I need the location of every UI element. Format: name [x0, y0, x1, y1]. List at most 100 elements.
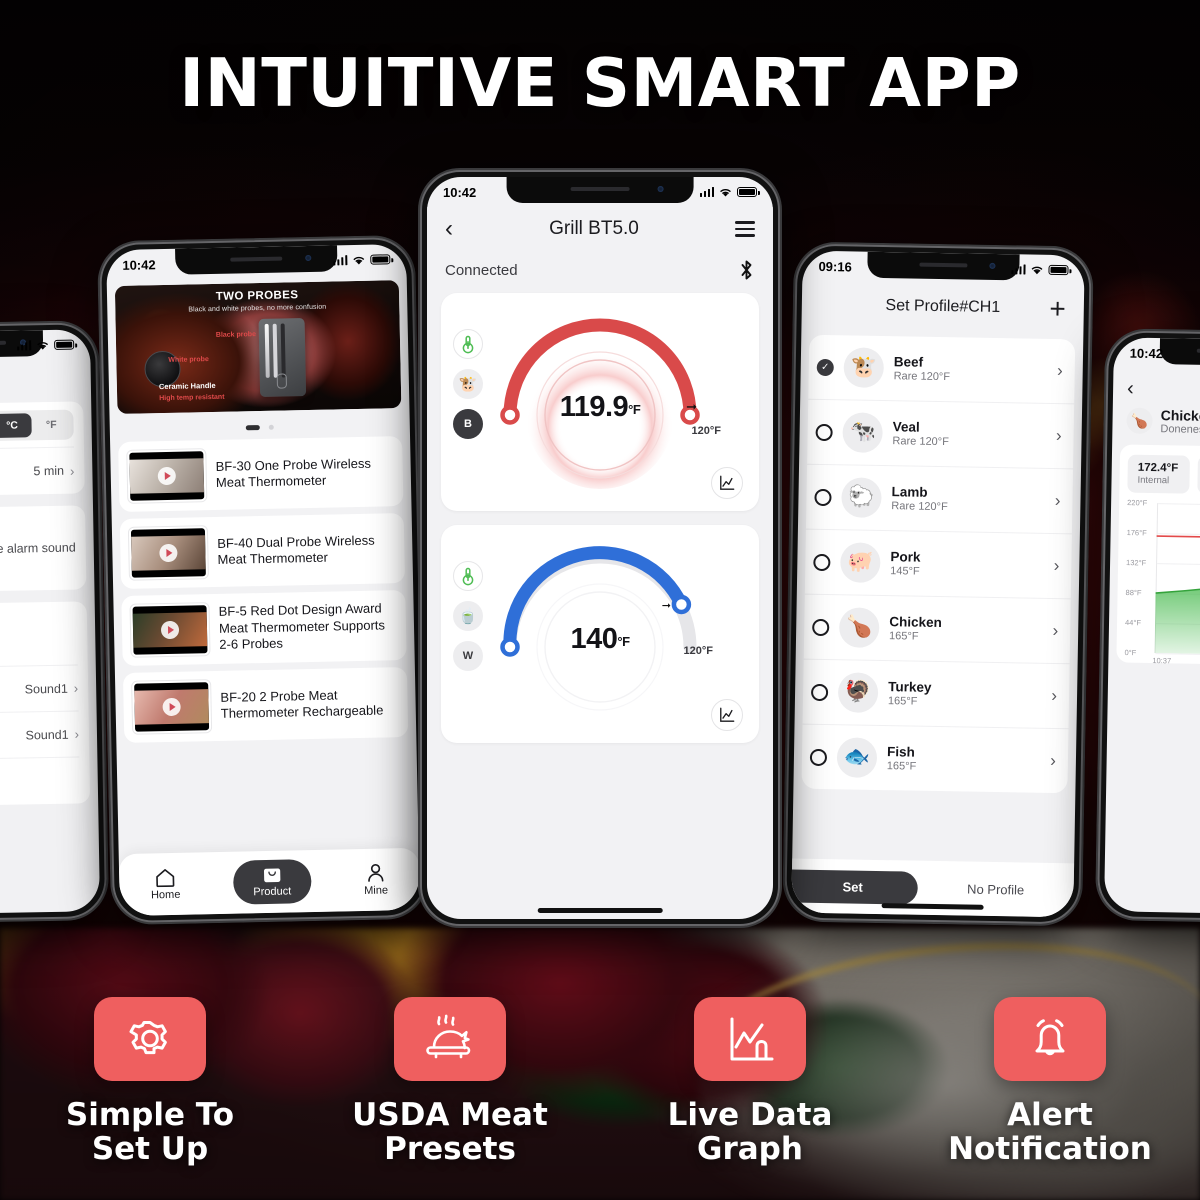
probe-w-chart-button[interactable]: [711, 699, 743, 731]
feature-label-line1: USDA Meat: [352, 1097, 548, 1134]
thermometer-icon[interactable]: [453, 329, 483, 359]
back-chevron-icon[interactable]: ‹: [1113, 367, 1200, 403]
chart-xtick: 10:37: [1152, 656, 1172, 666]
radio-unselected[interactable]: [812, 618, 830, 636]
table-row[interactable]: 🍗 Chicken 165°F ›: [803, 594, 1071, 665]
signal-icon: [16, 340, 32, 351]
meat-icon: 🦃: [837, 672, 879, 713]
feature-icon-tile: [994, 997, 1106, 1082]
table-row[interactable]: 🦃 Turkey 165°F ›: [802, 659, 1070, 730]
video-thumbnail[interactable]: [128, 526, 208, 580]
stat-internal: 172.4°F Internal: [1127, 454, 1190, 494]
radio-unselected[interactable]: [813, 553, 831, 571]
table-row[interactable]: ✓ 🐮 Beef Rare 120°F ›: [808, 334, 1076, 405]
list-item[interactable]: BF-5 Red Dot Design Award Meat Thermomet…: [121, 590, 407, 666]
probe-card-w[interactable]: 🍵 W 140°F ➞ 120°F: [441, 525, 759, 743]
promo-banner[interactable]: TWO PROBES Black and white probes, no mo…: [114, 280, 402, 415]
chevron-right-icon[interactable]: ›: [1056, 426, 1062, 446]
target-arrow-icon: ➞: [686, 399, 697, 414]
settings-card-alarm: replace alarm sound: [0, 505, 87, 593]
profile-temp: 165°F: [886, 760, 917, 773]
probe-card-b[interactable]: 🐮 B 119.9°F ➞ 120°F: [441, 293, 759, 511]
chevron-right-icon[interactable]: ›: [1053, 556, 1060, 576]
radio-selected[interactable]: ✓: [816, 358, 834, 376]
feature-label-line1: Alert: [1007, 1097, 1093, 1134]
status-bar: 10:42: [106, 244, 407, 280]
tab-label: Mine: [364, 884, 389, 897]
settings-row-unit: °C °F: [0, 401, 74, 451]
settings-row-sound-3[interactable]: Sound1 ›: [0, 711, 80, 761]
table-row[interactable]: 🐟 Fish 165°F ›: [801, 725, 1068, 794]
list-item[interactable]: BF-20 2 Probe Meat Thermometer Rechargea…: [122, 667, 409, 743]
video-thumbnail[interactable]: [130, 603, 210, 657]
feature-label-line1: Live Data: [667, 1097, 833, 1134]
radio-unselected[interactable]: [814, 488, 832, 506]
dot-active[interactable]: [246, 425, 261, 431]
chicken-icon[interactable]: 🍵: [453, 601, 483, 631]
probe-b-chart-button[interactable]: [711, 467, 743, 499]
profile-temp: Rare 120°F: [893, 370, 951, 384]
unit-celsius-option[interactable]: °C: [0, 412, 33, 438]
set-button[interactable]: Set: [791, 868, 918, 905]
temperature-unit-toggle[interactable]: °C °F: [0, 409, 74, 441]
chevron-right-icon[interactable]: ›: [1052, 621, 1058, 641]
tab-mine[interactable]: Mine: [354, 858, 399, 901]
feature-label: Live Data Graph: [620, 1097, 880, 1166]
graph-stat-pills: 172.4°F Internal 165°F Target: [1127, 454, 1200, 496]
table-row[interactable]: 🐖 Pork 145°F ›: [804, 529, 1072, 600]
tab-product[interactable]: Product: [232, 859, 312, 905]
phone-gauge-detail: 10:42 ‹ Grill BT5.0 Connected 🐮 B 119.9°…: [418, 168, 782, 928]
settings-row-sound-4[interactable]: [0, 758, 80, 807]
beef-icon[interactable]: 🐮: [453, 369, 483, 399]
feature-alert-notification: Alert Notification: [920, 997, 1180, 1166]
video-thumbnail[interactable]: [127, 449, 207, 503]
hamburger-icon[interactable]: [735, 221, 755, 237]
chevron-right-icon[interactable]: ›: [1057, 361, 1063, 381]
probe-badge-w[interactable]: W: [453, 641, 483, 671]
radio-unselected[interactable]: [809, 748, 828, 766]
gauge-b-number: 119.9: [559, 391, 629, 423]
settings-row-sound-1[interactable]: [0, 601, 78, 669]
tab-home[interactable]: Home: [140, 863, 190, 906]
graph-meat-header: 🍗 Chicken Doneness: [1112, 400, 1200, 447]
bag-icon: [263, 868, 281, 883]
chevron-right-icon[interactable]: ›: [1050, 751, 1056, 771]
chevron-right-icon[interactable]: ›: [1051, 686, 1057, 706]
profile-name: Beef: [893, 354, 924, 370]
feature-label-line1: Simple To: [65, 1097, 235, 1134]
radio-unselected[interactable]: [815, 423, 833, 441]
gauge-w-unit: °F: [617, 634, 630, 649]
list-item[interactable]: BF-40 Dual Probe Wireless Meat Thermomet…: [119, 513, 406, 589]
gauge-w-value: 140°F: [485, 623, 715, 656]
thermometer-icon[interactable]: [453, 561, 483, 591]
feature-icon-tile: [394, 997, 506, 1082]
probe-badge-b[interactable]: B: [453, 409, 483, 439]
bluetooth-icon[interactable]: [738, 259, 755, 281]
unit-fahrenheit-option[interactable]: °F: [32, 412, 71, 437]
chevron-right-icon[interactable]: ›: [1055, 491, 1061, 511]
tab-label: Product: [253, 885, 292, 899]
chart-ytick: 88°F: [1125, 588, 1142, 598]
radio-unselected[interactable]: [810, 683, 829, 701]
temperature-chart: 220°F 176°F 132°F 88°F 44°F 0°F 10:37: [1124, 498, 1200, 665]
settings-row-interval[interactable]: 5 min ›: [0, 448, 75, 497]
product-title: BF-30 One Probe Wireless Meat Thermomete…: [215, 455, 372, 490]
feature-strip: Simple To Set Up USDA Meat Presets Live …: [0, 997, 1200, 1166]
table-row[interactable]: 🐄 Veal Rare 120°F ›: [807, 399, 1075, 470]
dot[interactable]: [268, 424, 274, 430]
settings-card-sounds: Sound1 › Sound1 ›: [0, 601, 91, 807]
wifi-icon: [37, 341, 49, 350]
bell-icon: [1035, 1019, 1065, 1056]
status-time: 09:16: [818, 258, 852, 274]
back-chevron-icon[interactable]: ‹: [445, 217, 453, 241]
stat-internal-label: Internal: [1137, 474, 1170, 487]
table-row[interactable]: 🐑 Lamb Rare 120°F ›: [805, 464, 1074, 535]
gauge-b-target: 120°F: [691, 425, 721, 437]
list-item[interactable]: BF-30 One Probe Wireless Meat Thermomete…: [118, 436, 404, 512]
wifi-icon: [1031, 266, 1043, 274]
settings-row-sound-2[interactable]: Sound1 ›: [0, 665, 79, 715]
no-profile-button[interactable]: No Profile: [918, 880, 1074, 898]
video-thumbnail[interactable]: [132, 680, 212, 734]
plus-icon[interactable]: +: [1049, 293, 1066, 324]
meat-icon: 🐄: [842, 412, 883, 454]
